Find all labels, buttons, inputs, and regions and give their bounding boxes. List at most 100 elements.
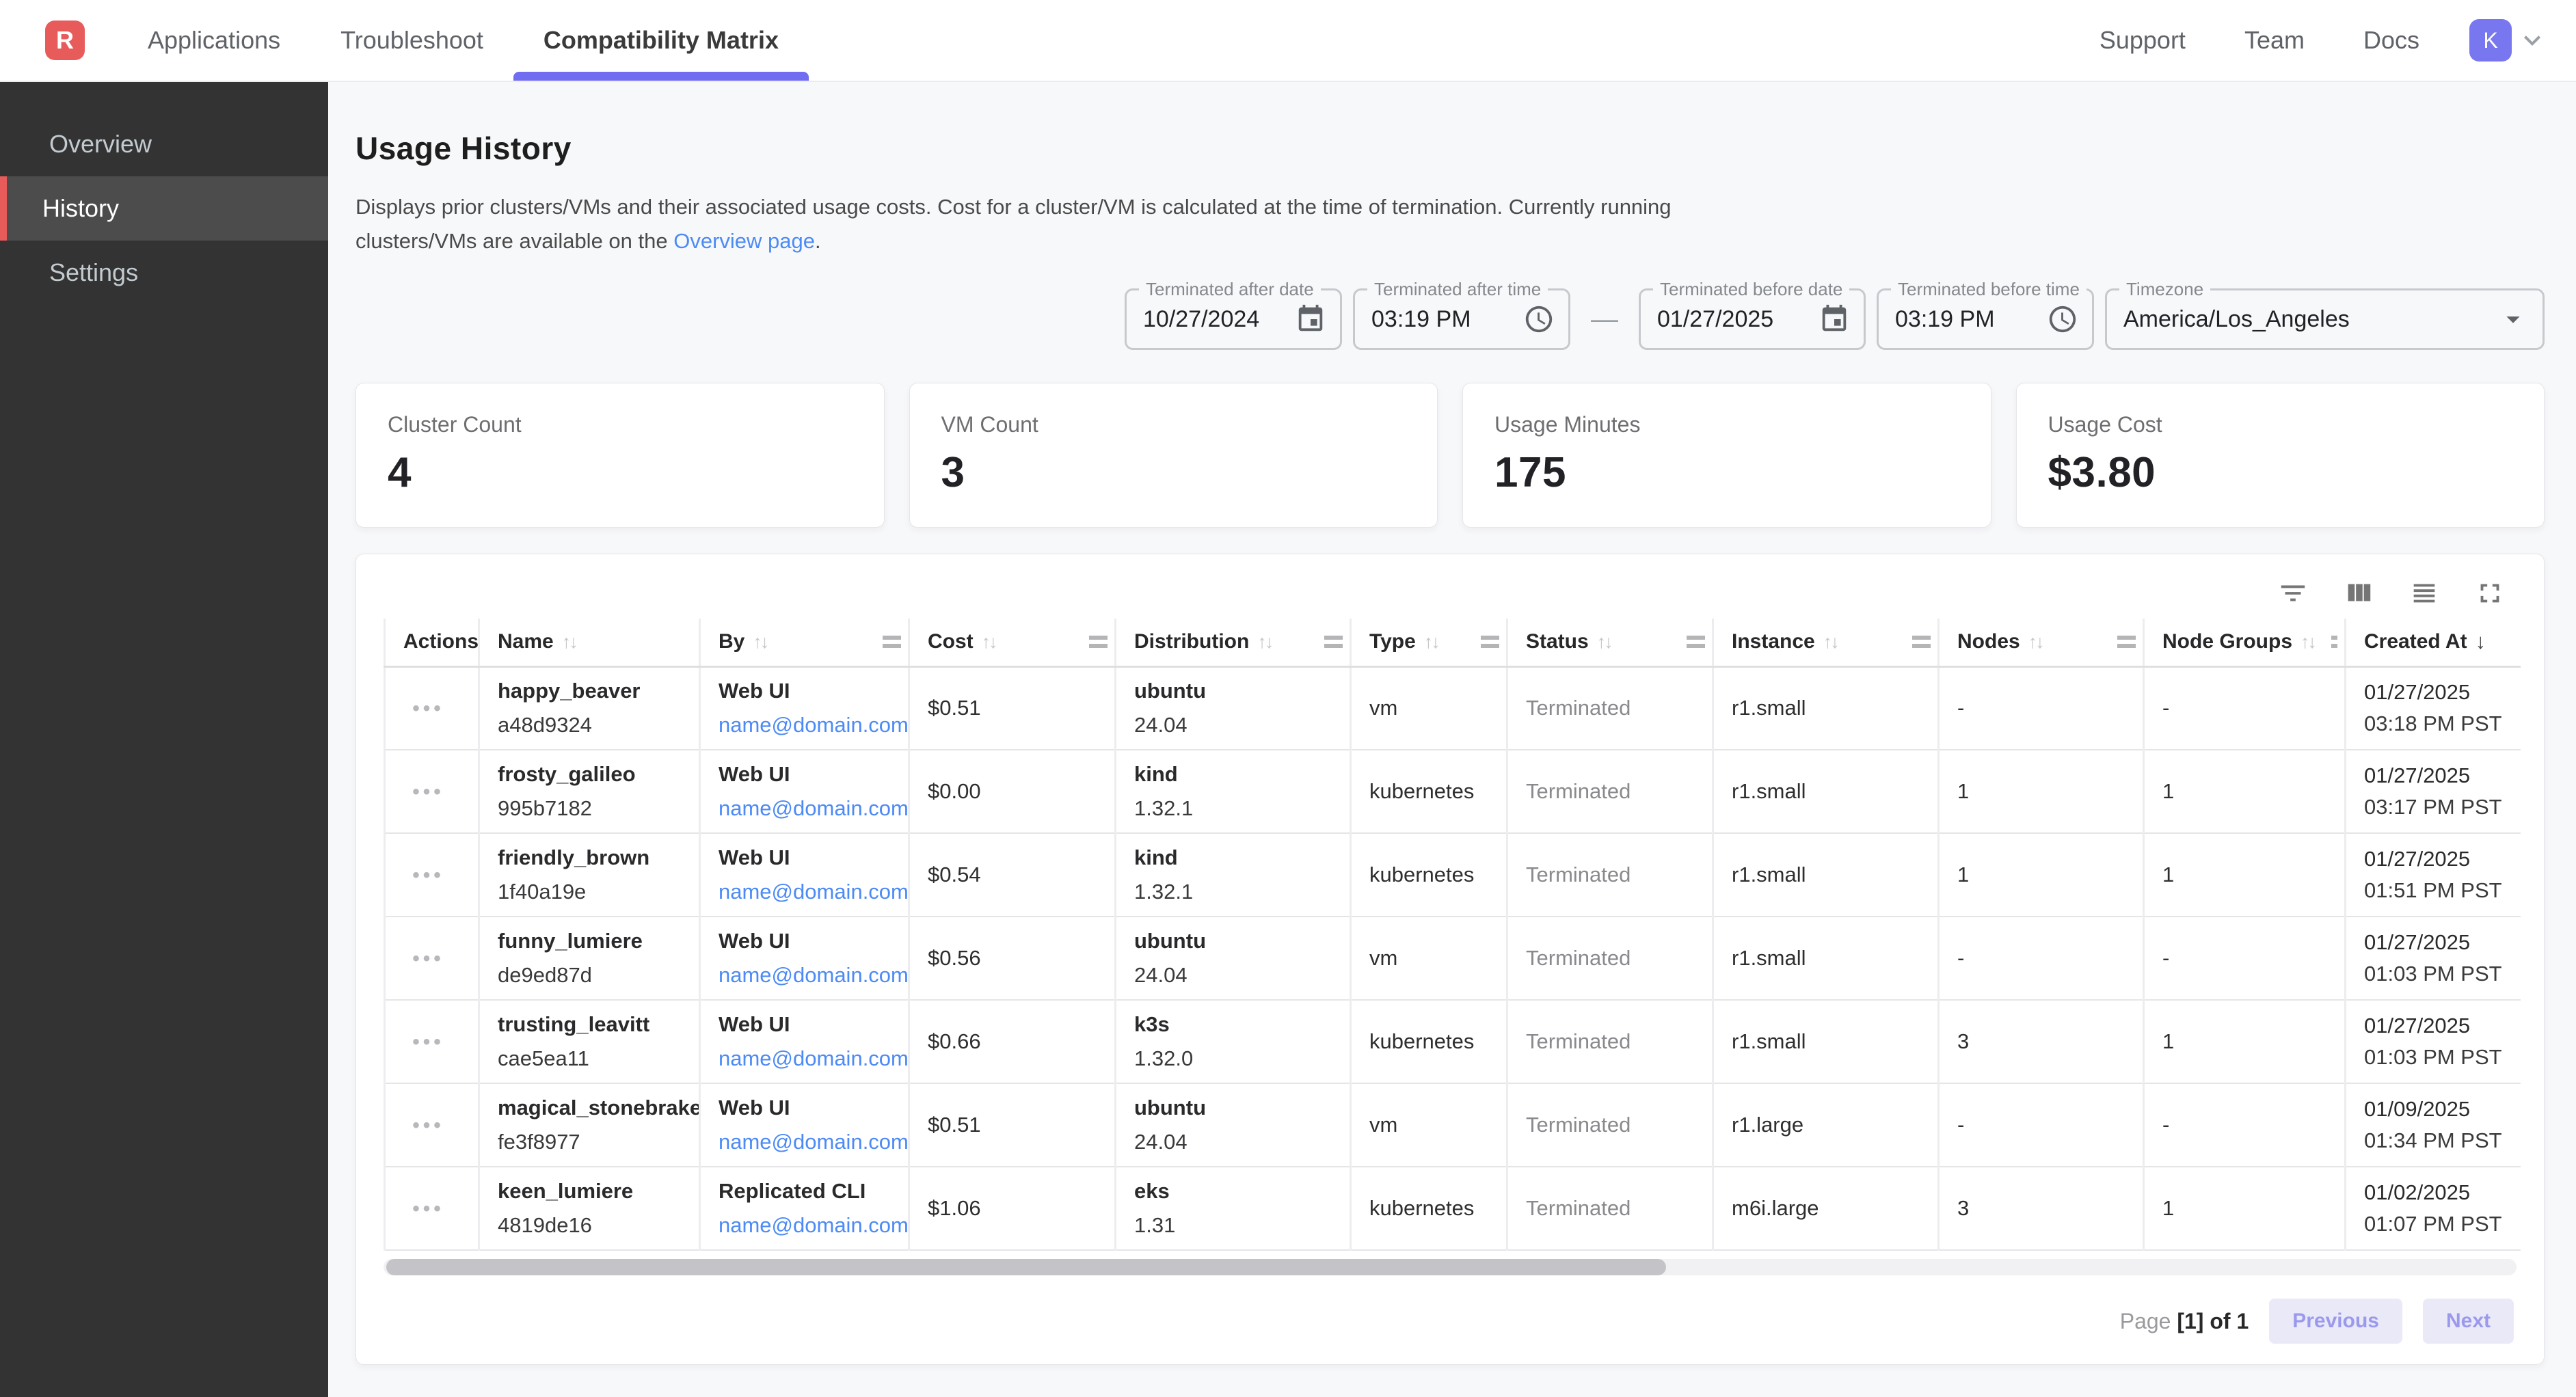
column-menu-icon[interactable]	[2117, 636, 2136, 648]
cell-type: vm	[1351, 1083, 1507, 1167]
column-header-actions[interactable]: Actions	[385, 619, 479, 666]
stat-card-usage-minutes: Usage Minutes175	[1462, 383, 1991, 528]
horizontal-scrollbar[interactable]	[384, 1259, 2517, 1275]
email-link[interactable]: name@domain.com	[719, 796, 909, 820]
cell-created_date: 01/02/202501:07 PM PST	[2346, 1167, 2521, 1250]
terminated-before-time-field[interactable]: Terminated before time 03:19 PM	[1877, 288, 2094, 350]
terminated-after-date-field[interactable]: Terminated after date 10/27/2024	[1125, 288, 1342, 350]
terminated-before-date-value[interactable]: 01/27/2025	[1657, 306, 1809, 333]
cell-line1: Web UI	[719, 929, 901, 953]
terminated-after-date-value[interactable]: 10/27/2024	[1143, 306, 1285, 333]
column-header-cost[interactable]: Cost↑↓	[909, 619, 1116, 666]
column-header-inner: Actions	[403, 630, 471, 653]
column-menu-icon[interactable]	[1089, 636, 1108, 648]
row-actions-menu-icon[interactable]: •••	[412, 1197, 444, 1220]
cell-status: Terminated	[1507, 666, 1713, 750]
terminated-after-time-field[interactable]: Terminated after time 03:19 PM	[1353, 288, 1570, 350]
row-actions-menu-icon[interactable]: •••	[412, 1114, 444, 1137]
user-avatar[interactable]: K	[2469, 19, 2512, 62]
row-actions-menu-icon[interactable]: •••	[412, 864, 444, 886]
column-menu-icon[interactable]	[1481, 636, 1499, 648]
cell-instance: r1.small	[1713, 917, 1939, 1000]
sort-icon[interactable]: ↑↓	[1257, 632, 1272, 653]
row-actions-menu-icon[interactable]: •••	[412, 1031, 444, 1053]
row-actions-cell[interactable]: •••	[385, 666, 479, 750]
column-menu-icon[interactable]	[883, 636, 901, 648]
row-actions-cell[interactable]: •••	[385, 750, 479, 833]
column-header-type[interactable]: Type ↑↓	[1351, 619, 1507, 666]
terminated-before-time-value[interactable]: 03:19 PM	[1895, 306, 2037, 333]
column-header-distribution[interactable]: Distribution↑↓	[1116, 619, 1351, 666]
table-row: •••funny_lumierede9ed87dWeb UIname@domai…	[385, 917, 2521, 1000]
cell-instance: r1.small	[1713, 666, 1939, 750]
email-link[interactable]: name@domain.com	[719, 713, 909, 737]
column-header-name[interactable]: Name↑↓	[479, 619, 700, 666]
sidebar-item-settings[interactable]: Settings	[0, 241, 328, 305]
column-menu-icon[interactable]	[1912, 636, 1931, 648]
scrollbar-thumb[interactable]	[386, 1259, 1666, 1275]
sort-icon[interactable]: ↑↓	[1424, 632, 1438, 653]
email-link[interactable]: name@domain.com	[719, 1130, 909, 1154]
email-link[interactable]: name@domain.com	[719, 880, 909, 904]
nav-item-docs[interactable]: Docs	[2334, 0, 2449, 81]
row-actions-menu-icon[interactable]: •••	[412, 947, 444, 970]
sidebar-item-overview[interactable]: Overview	[0, 112, 328, 176]
density-icon[interactable]	[2409, 578, 2440, 609]
columns-icon[interactable]	[2343, 578, 2374, 609]
column-header-by[interactable]: By↑↓	[700, 619, 909, 666]
column-label: Type	[1369, 630, 1416, 653]
column-header-node-groups[interactable]: Node Groups↑↓	[2144, 619, 2346, 666]
row-actions-menu-icon[interactable]: •••	[412, 697, 444, 720]
clock-icon[interactable]	[2047, 303, 2078, 335]
terminated-after-time-value[interactable]: 03:19 PM	[1371, 306, 1514, 333]
email-link[interactable]: name@domain.com	[719, 1046, 909, 1070]
calendar-icon[interactable]	[1295, 303, 1326, 335]
cell-line1: ubuntu	[1134, 929, 1343, 953]
row-actions-cell[interactable]: •••	[385, 917, 479, 1000]
next-button[interactable]: Next	[2423, 1299, 2514, 1344]
timezone-select[interactable]: Timezone America/Los_Angeles	[2105, 288, 2545, 350]
overview-page-link[interactable]: Overview page	[673, 229, 815, 253]
nav-item-compatibility-matrix[interactable]: Compatibility Matrix	[513, 0, 809, 81]
sort-icon[interactable]: ↑↓	[1597, 632, 1611, 653]
replicated-logo-icon[interactable]: R	[45, 21, 85, 60]
cell-distribution: k3s1.32.0	[1116, 1000, 1351, 1083]
calendar-icon[interactable]	[1819, 303, 1850, 335]
sort-icon[interactable]: ↑↓	[2028, 632, 2043, 653]
email-link[interactable]: name@domain.com	[719, 963, 909, 987]
nav-item-support[interactable]: Support	[2070, 0, 2215, 81]
chevron-down-icon[interactable]	[2516, 24, 2549, 57]
fullscreen-icon[interactable]	[2474, 578, 2506, 609]
column-header-instance[interactable]: Instance↑↓	[1713, 619, 1939, 666]
nav-item-team[interactable]: Team	[2215, 0, 2334, 81]
filter-icon[interactable]	[2277, 578, 2309, 609]
previous-button[interactable]: Previous	[2269, 1299, 2402, 1344]
row-actions-cell[interactable]: •••	[385, 1083, 479, 1167]
column-menu-icon[interactable]	[1687, 636, 1705, 648]
column-header-created-at[interactable]: Created At↓	[2346, 619, 2521, 666]
stat-value: 175	[1494, 448, 1959, 497]
row-actions-cell[interactable]: •••	[385, 1167, 479, 1250]
column-menu-icon[interactable]	[2331, 636, 2337, 648]
dropdown-caret-icon[interactable]	[2497, 303, 2529, 335]
nav-item-applications[interactable]: Applications	[118, 0, 310, 81]
column-menu-icon[interactable]	[1324, 636, 1343, 648]
email-link[interactable]: name@domain.com	[719, 1213, 909, 1237]
sort-icon[interactable]: ↑↓	[753, 632, 767, 653]
timezone-value[interactable]: America/Los_Angeles	[2123, 306, 2488, 333]
sidebar-item-history[interactable]: History	[0, 176, 328, 241]
sort-desc-icon[interactable]: ↓	[2476, 629, 2486, 654]
row-actions-cell[interactable]: •••	[385, 1000, 479, 1083]
sort-icon[interactable]: ↑↓	[562, 632, 576, 653]
row-actions-menu-icon[interactable]: •••	[412, 781, 444, 803]
nav-item-troubleshoot[interactable]: Troubleshoot	[310, 0, 513, 81]
sort-icon[interactable]: ↑↓	[1823, 632, 1838, 653]
cell-line2: 01:03 PM PST	[2364, 1045, 2514, 1070]
terminated-before-date-field[interactable]: Terminated before date 01/27/2025	[1639, 288, 1866, 350]
row-actions-cell[interactable]: •••	[385, 833, 479, 917]
column-header-nodes[interactable]: Nodes↑↓	[1939, 619, 2144, 666]
sort-icon[interactable]: ↑↓	[982, 632, 996, 653]
sort-icon[interactable]: ↑↓	[2300, 632, 2315, 653]
clock-icon[interactable]	[1523, 303, 1555, 335]
column-header-status[interactable]: Status↑↓	[1507, 619, 1713, 666]
